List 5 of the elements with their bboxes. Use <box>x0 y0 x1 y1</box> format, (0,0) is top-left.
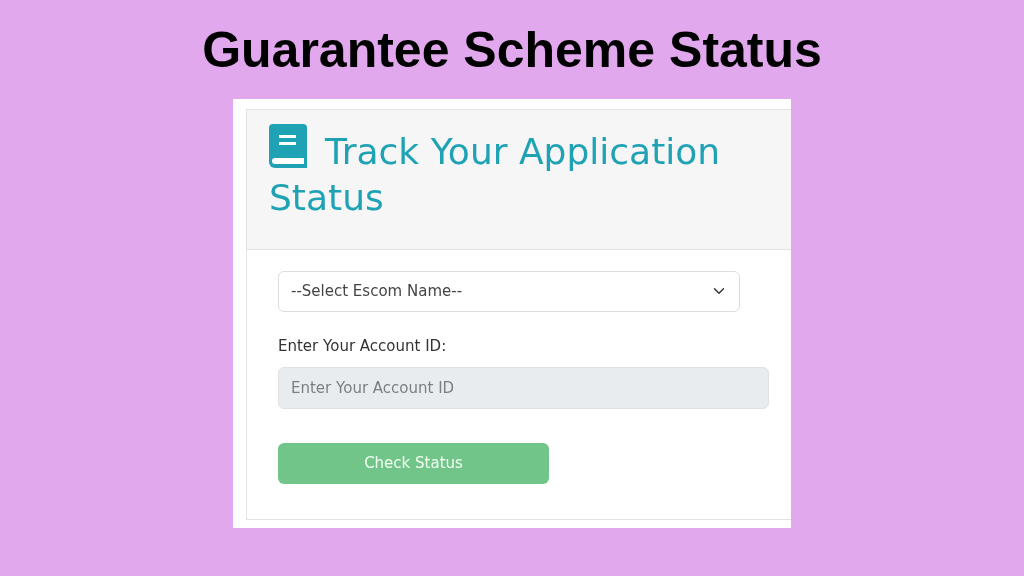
card-heading: Track Your Application Status <box>269 123 789 223</box>
page-title: Guarantee Scheme Status <box>201 21 823 80</box>
escom-select[interactable]: --Select Escom Name-- <box>278 270 740 312</box>
account-id-label: Enter Your Account ID: <box>278 335 448 357</box>
book-icon <box>269 123 307 168</box>
